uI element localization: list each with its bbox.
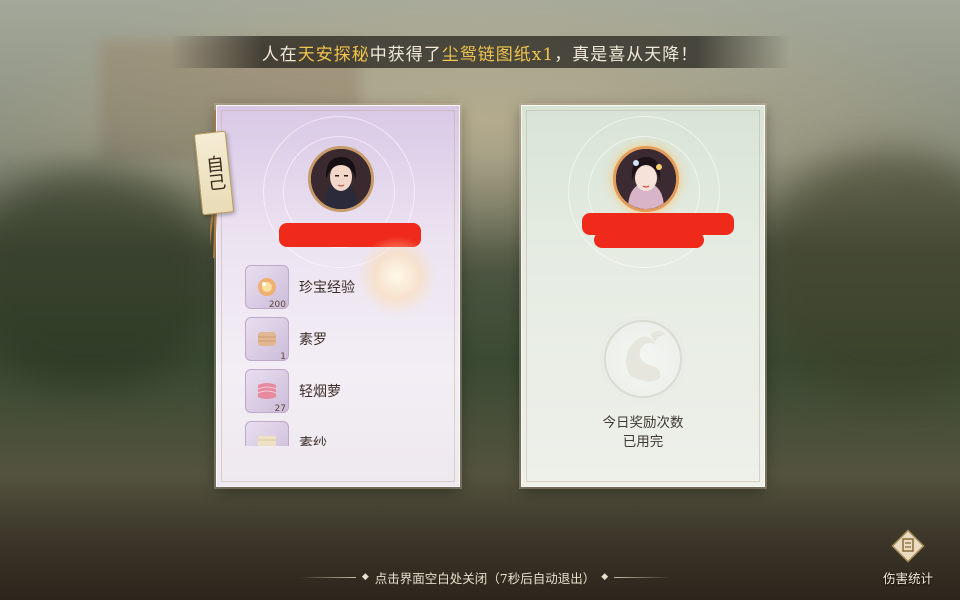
close-hint: ◆ 点击界面空白处关闭（7秒后自动退出） ◆: [300, 566, 670, 588]
cloth-bolt-icon: [258, 332, 276, 346]
reward-item[interactable]: 200 珍宝经验: [245, 261, 445, 313]
no-rewards-line: 今日奖励次数: [602, 415, 684, 431]
item-quantity: 200: [268, 300, 286, 310]
gem-orb-icon: [258, 278, 276, 296]
no-rewards-message: 今日奖励次数 已用完: [522, 414, 764, 452]
banner-text: ，真是喜从天降！: [554, 44, 699, 65]
reward-item[interactable]: 1 素罗: [245, 313, 445, 365]
item-name: 素纱: [299, 436, 327, 446]
reward-screen[interactable]: 人在 天安探秘 中获得了 尘鸳链图纸x1 ，真是喜从天降！ 200 珍宝经验 1…: [0, 0, 960, 600]
banner-text: 人在: [261, 44, 298, 65]
damage-stats-icon: [891, 529, 925, 563]
item-quantity: 27: [274, 404, 286, 414]
pink-fabric-icon: [257, 383, 277, 399]
phoenix-emblem-icon: [600, 316, 686, 402]
diamond-icon: ◆: [601, 572, 609, 582]
no-rewards-line: 已用完: [622, 434, 664, 450]
damage-stats-button[interactable]: 伤害统计: [878, 528, 938, 590]
diamond-icon: ◆: [361, 572, 369, 582]
reward-item[interactable]: 27 轻烟萝: [245, 365, 445, 417]
cream-fabric-icon: [258, 436, 276, 446]
background-tree: [760, 150, 960, 400]
item-name: 珍宝经验: [299, 280, 355, 296]
self-avatar[interactable]: [308, 146, 374, 212]
item-quantity: 1: [280, 352, 286, 362]
announcement-banner: 人在 天安探秘 中获得了 尘鸳链图纸x1 ，真是喜从天降！: [170, 36, 790, 68]
self-reward-card: 200 珍宝经验 1 素罗 27 轻烟萝 素纱: [216, 105, 460, 487]
banner-text: 中获得了: [369, 44, 442, 65]
banner-location: 天安探秘: [297, 44, 370, 65]
item-name: 轻烟萝: [299, 384, 341, 400]
reward-item[interactable]: 素纱: [245, 417, 445, 446]
reward-item-list[interactable]: 200 珍宝经验 1 素罗 27 轻烟萝 素纱: [245, 261, 445, 446]
other-reward-card: 今日奖励次数 已用完: [521, 105, 765, 487]
redacted-player-name: [594, 232, 704, 248]
banner-item: 尘鸳链图纸x1: [441, 44, 555, 65]
item-name: 素罗: [299, 332, 327, 348]
background-tree: [0, 170, 220, 390]
close-hint-text: 点击界面空白处关闭（7秒后自动退出）: [374, 570, 596, 586]
other-avatar[interactable]: [613, 146, 679, 212]
damage-stats-label: 伤害统计: [882, 571, 933, 586]
